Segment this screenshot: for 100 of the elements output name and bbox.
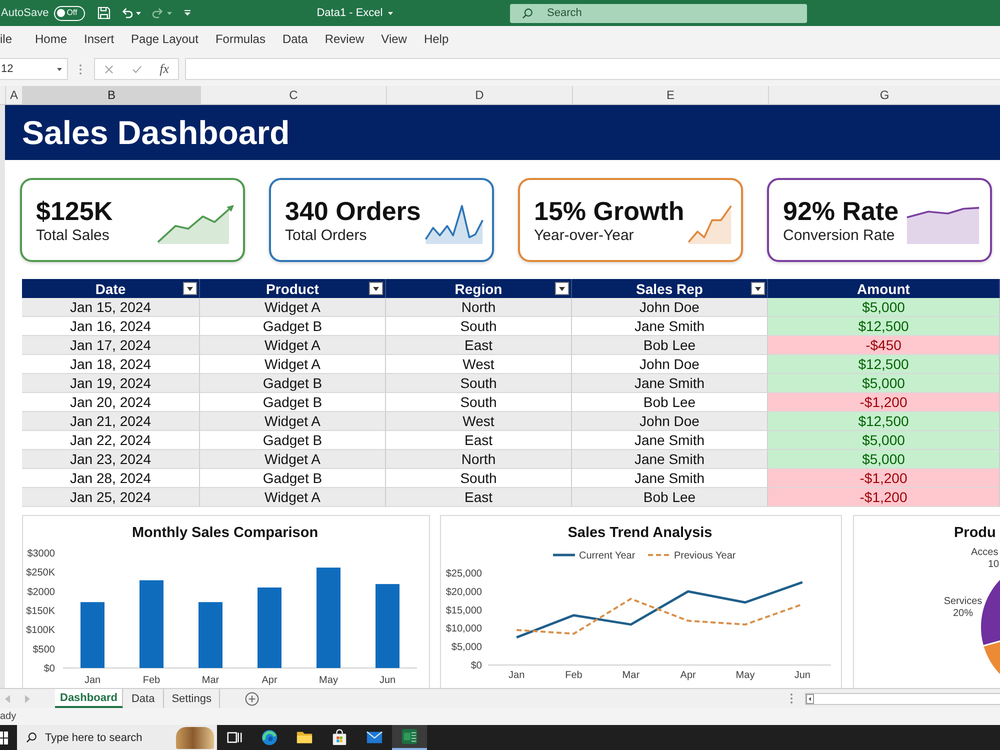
table-cell: Jane Smith [572,431,768,450]
column-header[interactable]: B [22,86,200,104]
scroll-left-arrow-icon[interactable] [806,694,814,704]
table-cell: Jan 18, 2024 [22,355,200,374]
horizontal-scrollbar[interactable] [805,692,1000,704]
add-sheet-icon[interactable] [245,692,260,706]
filter-button[interactable] [555,282,569,295]
table-cell: Widget A [200,298,386,317]
drag-handle-icon[interactable] [79,64,82,74]
chart-title: Produ [954,525,996,541]
dropdown-arrow-icon [755,286,761,290]
category-label: Feb [565,670,582,681]
caret-icon[interactable] [388,12,393,14]
ribbon-tab[interactable]: Review [324,32,364,46]
folder-icon [296,729,313,746]
axis-tick-label: $150K [26,606,55,617]
ribbon-tab[interactable]: Help [424,32,449,46]
amount-cell: $5,000 [768,431,1000,450]
table-cell: Widget A [200,412,386,431]
category-label: Jan [84,675,101,686]
axis-tick-label: $25,000 [446,568,482,580]
autosave-toggle[interactable]: Off [54,6,85,20]
table-cell: John Doe [572,412,768,431]
start-icon[interactable] [0,730,8,744]
ribbon-tab[interactable]: View [381,32,407,46]
table-cell: South [386,374,572,393]
category-label: Jun [794,670,810,681]
filter-button[interactable] [369,282,383,295]
axis-tick-label: $15,000 [446,605,482,616]
dropdown-arrow-icon [187,286,193,290]
ribbon-tab[interactable]: Page Layout [131,32,198,46]
table-cell: Jane Smith [572,317,768,336]
table-cell: East [386,488,572,507]
table-cell: Jan 22, 2024 [22,431,200,450]
table-cell: John Doe [572,298,768,317]
dashboard-title: Sales Dashboard [22,114,290,152]
table-cell: Jane Smith [572,374,768,393]
column-header[interactable]: C [200,86,386,104]
category-label: May [736,670,755,681]
table-cell: Bob Lee [572,488,768,507]
search-icon [26,732,37,743]
category-label: Jun [379,675,396,686]
save-icon[interactable] [96,6,111,20]
dropdown-arrow-icon [559,286,565,290]
table-cell: South [386,317,572,336]
legend-line-icon [553,554,575,556]
filter-button[interactable] [751,282,765,295]
table-cell: Jan 21, 2024 [22,412,200,431]
table-cell: East [386,431,572,450]
column-header[interactable]: D [386,86,572,104]
ribbon-tab[interactable]: ile [0,32,12,46]
ribbon-tab[interactable]: Home [35,32,68,46]
table-cell: North [386,450,572,469]
insert-function-button[interactable]: fx [160,61,170,77]
slice-label: Acces [971,547,998,558]
kpi-label: Conversion Rate [783,226,896,244]
kpi-label: Total Orders [285,226,368,244]
category-label: Mar [622,670,640,681]
column-header[interactable]: E [572,86,768,104]
ribbon-tab[interactable]: Insert [84,32,114,46]
name-box[interactable]: 12 [0,58,68,80]
table-cell: North [386,298,572,317]
filter-button[interactable] [183,282,197,295]
axis-tick-label: $100K [26,625,55,636]
ribbon-tab[interactable]: Formulas [215,32,266,46]
envelope-icon [366,729,383,746]
document-title[interactable]: Data1 - Excel [316,7,383,19]
table-cell: Gadget B [200,393,386,412]
formula-field[interactable] [185,58,1000,80]
slice-label: Services [944,596,982,607]
ribbon-tab[interactable]: Data [282,32,308,46]
table-cell: Jane Smith [572,450,768,469]
search-field[interactable]: Search [510,4,807,22]
axis-tick-label: $5,000 [451,642,482,654]
table-cell: Jan 28, 2024 [22,469,200,488]
column-header[interactable]: G [768,86,1000,104]
status-text: ady [0,711,16,722]
sheet-tab[interactable]: Dashboard [55,689,124,708]
table-cell: West [386,412,572,431]
table-cell: Widget A [200,336,386,355]
check-icon[interactable] [132,64,142,74]
column-title: Product [265,280,320,296]
table-cell: Widget A [200,488,386,507]
dropdown-caret-icon[interactable] [57,68,62,70]
customize-caret-icon[interactable] [184,10,191,16]
browser-icon [261,729,278,746]
table-cell: West [386,355,572,374]
dropdown-caret-icon[interactable] [136,12,141,14]
taskbar-search-field[interactable]: Type here to search [17,725,217,750]
amount-cell: $12,500 [768,317,1000,336]
drag-handle-icon[interactable] [790,693,793,704]
chart-title: Monthly Sales Comparison [132,525,318,541]
table-cell: Bob Lee [572,336,768,355]
cancel-icon[interactable] [104,64,114,74]
undo-icon[interactable] [120,6,134,20]
dropdown-arrow-icon [373,286,379,290]
amount-cell: $12,500 [768,412,1000,431]
table-cell: Jan 25, 2024 [22,488,200,507]
amount-cell: -$1,200 [768,469,1000,488]
axis-tick-label: $250K [26,568,55,579]
